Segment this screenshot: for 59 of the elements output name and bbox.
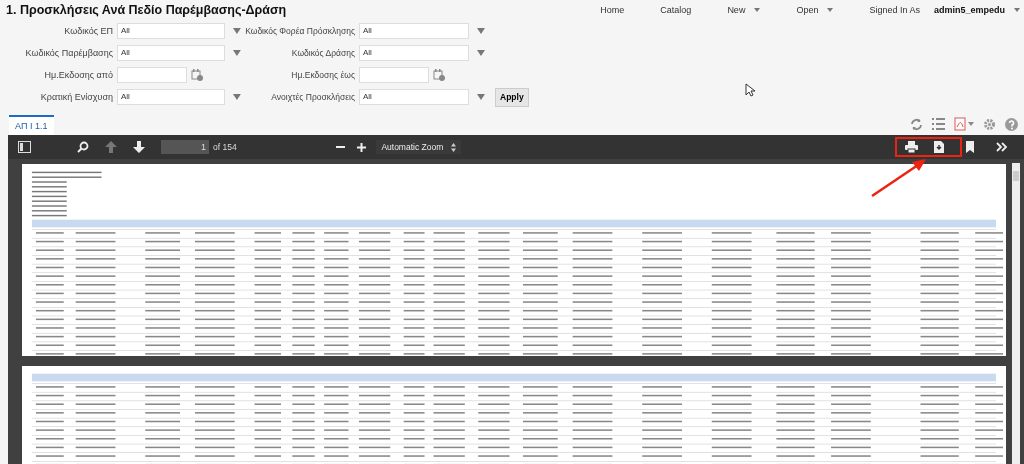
dropdown-arrow-icon[interactable]: [477, 50, 485, 56]
filter-label: Κωδικός Φορέα Πρόσκλησης: [244, 26, 356, 36]
help-icon[interactable]: [1005, 117, 1018, 131]
print-icon[interactable]: [905, 141, 918, 153]
dropdown-arrow-icon[interactable]: [477, 94, 485, 100]
scrollbar[interactable]: [1012, 163, 1020, 464]
nav-link[interactable]: New: [727, 5, 746, 15]
dropdown-arrow-icon[interactable]: [233, 28, 241, 34]
pdf-export-icon[interactable]: [954, 117, 974, 131]
caret-icon[interactable]: [754, 8, 761, 12]
dropdown-arrow-icon[interactable]: [233, 94, 241, 100]
report-tab[interactable]: ΑΠ Ι 1.1: [9, 115, 54, 135]
download-icon[interactable]: [934, 141, 944, 153]
dropdown-arrow-icon[interactable]: [477, 28, 485, 34]
updown-icon: [451, 142, 457, 152]
filter-label: Ανοιχτές Προσκλήσεις: [270, 92, 356, 102]
mouse-cursor-icon: [745, 83, 755, 97]
calendar-icon[interactable]: [191, 69, 203, 81]
user-menu[interactable]: admin5_empedu: [933, 5, 1005, 15]
date-field[interactable]: [359, 67, 429, 83]
nav-link[interactable]: Catalog: [660, 5, 692, 15]
zoom-select[interactable]: Automatic Zoom: [376, 140, 462, 154]
filter-label: Ημ.Εκδοσης έως: [290, 70, 356, 80]
filter-label: Κωδικός ΕΠ: [63, 26, 114, 36]
nav-link[interactable]: Open: [796, 5, 819, 15]
date-field[interactable]: [117, 67, 187, 83]
select-field[interactable]: All: [359, 45, 469, 61]
settings-icon[interactable]: [983, 117, 996, 131]
filter-label: Κωδικός Παρέμβασης: [24, 48, 114, 58]
nav-link[interactable]: Home: [600, 5, 625, 15]
filter-label: Ημ.Εκδοσης από: [43, 70, 114, 80]
select-field[interactable]: All: [117, 45, 226, 61]
select-field[interactable]: All: [359, 89, 469, 105]
bookmark-icon[interactable]: [966, 141, 974, 153]
calendar-icon[interactable]: [433, 69, 445, 81]
page-count: of 154: [213, 142, 237, 152]
previous-page-icon[interactable]: [105, 141, 117, 153]
minus-icon: [336, 146, 346, 148]
list-icon[interactable]: [932, 118, 945, 130]
dropdown-arrow-icon[interactable]: [233, 50, 241, 56]
signed-in-label: Signed In As: [869, 5, 920, 15]
scrollbar-thumb[interactable]: [1013, 171, 1019, 181]
filter-label: Κωδικός Δράσης: [290, 48, 356, 58]
double-chevron-icon[interactable]: [996, 142, 1008, 152]
filter-label: Κρατική Ενίσχυση: [39, 92, 114, 102]
select-field[interactable]: All: [117, 89, 226, 105]
refresh-icon[interactable]: [910, 117, 923, 131]
caret-icon[interactable]: [827, 8, 834, 12]
page-number-field[interactable]: 1: [161, 140, 209, 154]
sidebar-toggle-icon[interactable]: [18, 141, 31, 153]
pointer-arrow: [870, 158, 928, 198]
apply-button[interactable]: Apply: [495, 87, 529, 107]
next-page-icon[interactable]: [133, 141, 145, 153]
search-icon[interactable]: [77, 141, 89, 153]
select-field[interactable]: All: [117, 23, 226, 39]
caret-icon[interactable]: [1014, 8, 1020, 12]
select-field[interactable]: All: [359, 23, 469, 39]
plus-icon: [357, 142, 367, 152]
page-title: 1. Προσκλήσεις Ανά Πεδίο Παρέμβασης-Δράση: [6, 3, 287, 17]
